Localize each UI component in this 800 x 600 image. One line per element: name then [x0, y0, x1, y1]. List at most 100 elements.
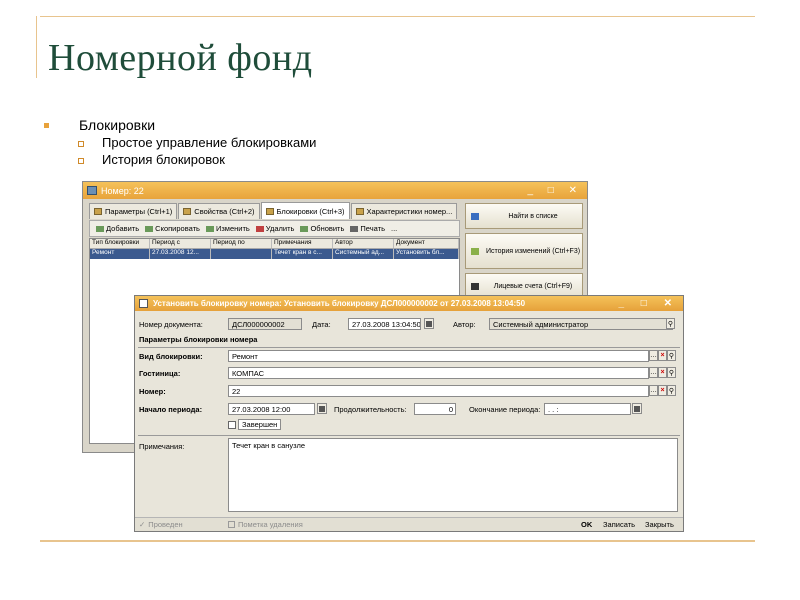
- hotel-label: Гостиница:: [139, 369, 181, 378]
- posted-checkbox[interactable]: ✓ Проведен: [139, 520, 183, 529]
- copy-icon: [145, 225, 154, 232]
- select-button[interactable]: …: [649, 367, 658, 378]
- print-button[interactable]: Печать: [350, 224, 385, 233]
- vertical-rule: [36, 16, 37, 78]
- column-header[interactable]: Документ: [394, 239, 459, 248]
- tab-icon: [183, 208, 192, 215]
- duration-field[interactable]: 0: [414, 403, 456, 415]
- column-header[interactable]: Период по: [211, 239, 272, 248]
- bullet-item: Блокировки: [44, 116, 316, 134]
- bullet-list: Блокировки Простое управление блокировка…: [44, 116, 316, 168]
- button-label: Добавить: [106, 224, 140, 233]
- button-label: История изменений (Ctrl+F3): [485, 247, 581, 255]
- notes-label: Примечания:: [139, 442, 185, 451]
- dialog-titlebar[interactable]: Установить блокировку номера: Установить…: [135, 296, 683, 311]
- history-icon: [471, 247, 479, 255]
- deletion-mark-checkbox[interactable]: Пометка удаления: [228, 520, 303, 529]
- duration-label: Продолжительность:: [334, 405, 407, 414]
- clear-icon[interactable]: ×: [658, 367, 667, 378]
- table-cell: Течет кран в с...: [272, 249, 333, 259]
- window-controls-icon[interactable]: _ □ ✕: [618, 298, 679, 309]
- add-button[interactable]: Добавить: [96, 224, 139, 233]
- edit-button[interactable]: Изменить: [205, 224, 250, 233]
- section-divider: [138, 347, 680, 348]
- room-window-titlebar[interactable]: Номер: 22 _ □ ✕: [83, 182, 587, 199]
- clear-icon[interactable]: ×: [658, 385, 667, 396]
- column-header[interactable]: Примечания: [272, 239, 333, 248]
- date-field[interactable]: 27.03.2008 13:04:50: [348, 318, 421, 330]
- doc-number-field[interactable]: ДСЛ000000002: [228, 318, 302, 330]
- table-cell: Установить бл...: [394, 249, 459, 259]
- table-header: Тип блокировки Период с Период по Примеч…: [90, 239, 459, 249]
- sub-bullet-text: Простое управление блокировками: [102, 135, 317, 150]
- author-label: Автор:: [453, 320, 476, 329]
- add-icon: [96, 225, 104, 232]
- find-in-list-button[interactable]: Найти в списке: [465, 203, 583, 229]
- close-button[interactable]: Закрыть: [645, 520, 674, 529]
- tab-properties[interactable]: Свойства (Ctrl+2): [178, 203, 260, 219]
- period-start-field[interactable]: 27.03.2008 12:00: [228, 403, 315, 415]
- copy-button[interactable]: Скопировать: [145, 224, 200, 233]
- divider: [138, 435, 680, 436]
- tab-bar: Параметры (Ctrl+1) Свойства (Ctrl+2) Бло…: [89, 202, 458, 219]
- tab-label: Свойства (Ctrl+2): [194, 207, 255, 216]
- sub-bullet-text: История блокировок: [102, 152, 225, 167]
- print-icon: [350, 225, 359, 232]
- hotel-field[interactable]: КОМПАС: [228, 367, 649, 379]
- author-field[interactable]: Системный администратор: [489, 318, 673, 330]
- save-button[interactable]: Записать: [603, 520, 635, 529]
- button-label: Найти в списке: [508, 212, 558, 220]
- search-icon[interactable]: ⚲: [667, 350, 676, 361]
- window-controls-icon[interactable]: _ □ ✕: [527, 185, 583, 196]
- notes-textarea[interactable]: Течет кран в санузле: [228, 438, 678, 512]
- more-actions-button[interactable]: ...: [391, 224, 397, 233]
- table-cell: Системный ад...: [333, 249, 394, 259]
- clear-icon[interactable]: ×: [658, 350, 667, 361]
- side-panel: Найти в списке История изменений (Ctrl+F…: [465, 203, 583, 299]
- posted-label: Проведен: [148, 520, 183, 529]
- tab-blocks[interactable]: Блокировки (Ctrl+3): [260, 202, 350, 219]
- table-row[interactable]: Ремонт 27.03.2008 12... Течет кран в с..…: [90, 249, 459, 259]
- period-end-field[interactable]: . . :: [544, 403, 631, 415]
- calendar-icon[interactable]: [317, 403, 327, 414]
- dialog-status-bar: ✓ Проведен Пометка удаления OK Записать З…: [135, 517, 683, 531]
- search-icon[interactable]: ⚲: [667, 367, 676, 378]
- column-header[interactable]: Тип блокировки: [90, 239, 150, 248]
- select-button[interactable]: …: [649, 350, 658, 361]
- calendar-icon[interactable]: [424, 318, 434, 329]
- sub-bullet-item: Простое управление блокировками: [78, 134, 316, 151]
- block-type-label: Вид блокировки:: [139, 352, 203, 361]
- column-header[interactable]: Автор: [333, 239, 394, 248]
- block-type-field[interactable]: Ремонт: [228, 350, 649, 362]
- tab-characteristics[interactable]: Характеристики номер...: [350, 203, 458, 219]
- completed-checkbox[interactable]: [228, 421, 236, 429]
- ok-button[interactable]: OK: [581, 520, 592, 529]
- top-rule: [40, 16, 755, 17]
- search-icon[interactable]: ⚲: [667, 385, 676, 396]
- sub-bullet-item: История блокировок: [78, 151, 316, 168]
- search-icon[interactable]: ⚲: [666, 318, 675, 329]
- period-end-label: Окончание периода:: [469, 405, 541, 414]
- tab-parameters[interactable]: Параметры (Ctrl+1): [89, 203, 178, 219]
- doc-number-label: Номер документа:: [139, 320, 203, 329]
- delete-icon: [255, 225, 264, 232]
- select-button[interactable]: …: [649, 385, 658, 396]
- room-window-title: Номер: 22: [101, 185, 144, 196]
- dialog-title: Установить блокировку номера: Установить…: [153, 299, 526, 308]
- tab-icon: [94, 208, 102, 215]
- room-field[interactable]: 22: [228, 385, 649, 397]
- tab-label: Блокировки (Ctrl+3): [276, 206, 345, 216]
- table-cell: [211, 249, 272, 259]
- section-title: Параметры блокировки номера: [139, 335, 258, 344]
- column-header[interactable]: Период с: [150, 239, 211, 248]
- change-history-button[interactable]: История изменений (Ctrl+F3): [465, 233, 583, 269]
- refresh-button[interactable]: Обновить: [300, 224, 344, 233]
- table-cell: 27.03.2008 12...: [150, 249, 211, 259]
- bullet-text: Блокировки: [79, 117, 156, 133]
- accounts-icon: [471, 282, 479, 290]
- calendar-icon[interactable]: [632, 403, 642, 414]
- delete-button[interactable]: Удалить: [255, 224, 294, 233]
- deletion-label: Пометка удаления: [238, 520, 303, 529]
- button-label: Обновить: [310, 224, 345, 233]
- completed-label: Завершен: [238, 419, 282, 430]
